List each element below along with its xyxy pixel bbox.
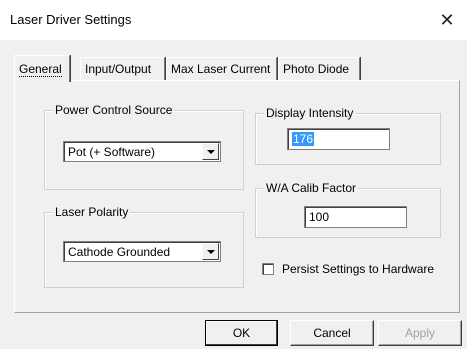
tab-photo-diode[interactable]: Photo Diode xyxy=(278,57,360,80)
tab-general[interactable]: General xyxy=(14,55,70,82)
power-control-source-value: Pot (+ Software) xyxy=(68,145,156,159)
ok-button[interactable]: OK xyxy=(205,320,278,346)
tab-general-label: General xyxy=(19,62,62,77)
wa-calib-factor-field[interactable]: 100 xyxy=(304,206,407,228)
display-intensity-value: 176 xyxy=(292,132,315,146)
wa-calib-factor-label: W/A Calib Factor xyxy=(264,181,359,195)
display-intensity-value-wrap: 176 xyxy=(292,132,315,146)
tab-input-output-label: Input/Output xyxy=(85,62,152,76)
laser-polarity-value: Cathode Grounded xyxy=(68,245,171,259)
laser-polarity-dropdown-button[interactable] xyxy=(202,243,219,260)
tab-max-laser-current[interactable]: Max Laser Current xyxy=(166,57,277,80)
window-title: Laser Driver Settings xyxy=(10,12,132,27)
persist-settings-label: Persist Settings to Hardware xyxy=(282,262,435,276)
tab-input-output[interactable]: Input/Output xyxy=(80,57,165,80)
laser-polarity-select[interactable]: Cathode Grounded xyxy=(63,241,221,262)
display-intensity-field[interactable]: 176 xyxy=(287,128,390,150)
laser-polarity-label: Laser Polarity xyxy=(53,205,131,219)
display-intensity-label: Display Intensity xyxy=(264,106,356,120)
title-bar: Laser Driver Settings ✕ xyxy=(0,0,467,40)
chevron-down-icon xyxy=(206,249,215,254)
power-control-source-label: Power Control Source xyxy=(53,103,175,117)
apply-button[interactable]: Apply xyxy=(378,320,462,346)
chevron-down-icon xyxy=(206,149,215,154)
tab-max-laser-current-label: Max Laser Current xyxy=(171,62,271,76)
cancel-button[interactable]: Cancel xyxy=(290,320,374,346)
close-icon: ✕ xyxy=(439,9,455,30)
power-control-source-dropdown-button[interactable] xyxy=(202,143,219,160)
close-button[interactable]: ✕ xyxy=(427,0,467,40)
wa-calib-factor-value: 100 xyxy=(309,210,330,224)
persist-settings-checkbox[interactable] xyxy=(262,263,274,275)
power-control-source-select[interactable]: Pot (+ Software) xyxy=(63,141,221,162)
tab-photo-diode-label: Photo Diode xyxy=(283,62,350,76)
laser-driver-settings-dialog: Laser Driver Settings ✕ General Input/Ou… xyxy=(0,0,467,349)
